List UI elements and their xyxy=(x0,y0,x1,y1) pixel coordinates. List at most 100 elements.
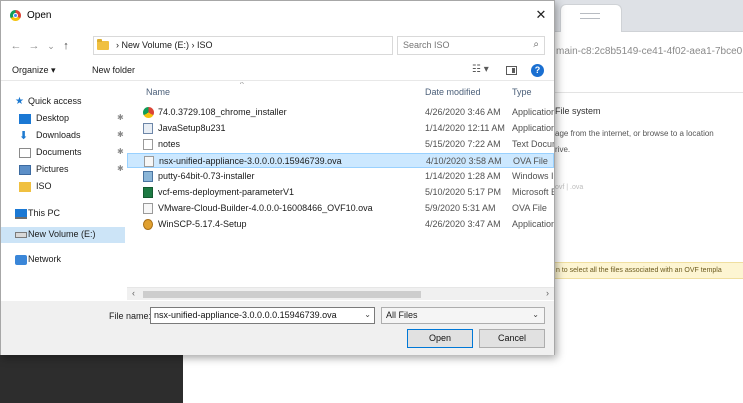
file-row[interactable]: notes 5/15/2020 7:22 AM Text Docum xyxy=(127,137,554,152)
document-icon xyxy=(19,148,31,158)
file-type: Application xyxy=(512,219,554,229)
chrome-icon xyxy=(143,107,154,118)
file-date: 4/26/2020 3:47 AM xyxy=(425,219,501,229)
address-bar[interactable]: › New Volume (E:) › ISO ⌄ ↻ xyxy=(93,36,481,55)
file-date: 5/10/2020 5:17 PM xyxy=(425,187,502,197)
background-description-line2: rive. xyxy=(555,145,571,154)
file-row-selected[interactable]: nsx-unified-appliance-3.0.0.0.0.15946739… xyxy=(127,153,554,168)
tab-menu-icon xyxy=(580,13,600,19)
file-row[interactable]: putty-64bit-0.73-installer 1/14/2020 1:2… xyxy=(127,169,554,184)
sidebar-item-label: New Volume (E:) xyxy=(28,229,96,239)
sidebar-item-pictures[interactable]: Pictures ✱ xyxy=(1,162,125,178)
breadcrumb[interactable]: › New Volume (E:) › ISO xyxy=(116,40,213,50)
organize-menu-button[interactable]: Organize ▾ xyxy=(12,65,56,76)
excel-icon xyxy=(143,187,153,198)
file-name: WinSCP-5.17.4-Setup xyxy=(158,219,247,229)
file-date: 5/15/2020 7:22 AM xyxy=(425,139,501,149)
file-row[interactable]: WinSCP-5.17.4-Setup 4/26/2020 3:47 AM Ap… xyxy=(127,217,554,232)
search-icon: ⌕ xyxy=(533,39,539,50)
pin-icon: ✱ xyxy=(117,130,124,139)
horizontal-scrollbar[interactable]: ‹ › xyxy=(127,287,554,300)
file-row[interactable]: 74.0.3729.108_chrome_installer 4/26/2020… xyxy=(127,105,554,120)
sidebar-item-documents[interactable]: Documents ✱ xyxy=(1,145,125,161)
file-type-value: All Files xyxy=(386,310,418,320)
sidebar-item-label: Documents xyxy=(36,147,82,157)
up-arrow-icon[interactable]: ↑ xyxy=(59,39,73,53)
file-date: 4/10/2020 3:58 AM xyxy=(426,156,502,166)
file-type-select[interactable]: All Files ⌄ xyxy=(381,307,545,324)
change-view-icon[interactable]: ☷ ▾ xyxy=(472,64,489,75)
pin-icon: ✱ xyxy=(117,147,124,156)
background-warning-text: n to select all the files associated wit… xyxy=(556,267,722,274)
scroll-right-icon[interactable]: › xyxy=(546,288,549,298)
file-name: VMware-Cloud-Builder-4.0.0.0-16008466_OV… xyxy=(158,203,373,213)
background-ovf-hint: ovf | .ova xyxy=(555,184,584,191)
file-name-field[interactable] xyxy=(154,310,359,320)
desktop-icon xyxy=(19,114,31,124)
computer-icon xyxy=(15,209,27,219)
file-name-combobox[interactable]: ⌄ xyxy=(150,307,375,324)
file-date: 1/14/2020 1:28 AM xyxy=(425,171,501,181)
close-button[interactable]: ✕ xyxy=(533,7,549,23)
star-icon: ★ xyxy=(15,96,24,107)
pictures-icon xyxy=(19,165,31,175)
sidebar-item-this-pc[interactable]: This PC xyxy=(1,206,125,222)
file-date: 1/14/2020 12:11 AM xyxy=(425,123,505,133)
file-type: Microsoft E xyxy=(512,187,554,197)
file-type: Application xyxy=(512,123,554,133)
background-dark-area xyxy=(0,355,183,403)
sidebar-item-new-volume[interactable]: New Volume (E:) xyxy=(1,227,125,243)
sidebar-item-downloads[interactable]: ⬇ Downloads ✱ xyxy=(1,128,125,144)
file-row[interactable]: JavaSetup8u231 1/14/2020 12:11 AM Applic… xyxy=(127,121,554,136)
sidebar-item-iso[interactable]: ISO xyxy=(1,179,125,195)
open-button[interactable]: Open xyxy=(407,329,473,348)
sidebar-item-network[interactable]: Network xyxy=(1,252,125,268)
column-header-date[interactable]: Date modified xyxy=(425,87,481,97)
forward-arrow-icon[interactable]: → xyxy=(27,39,41,53)
file-name: putty-64bit-0.73-installer xyxy=(158,171,255,181)
column-header-row: ^ Name Date modified Type xyxy=(127,82,554,100)
new-folder-button[interactable]: New folder xyxy=(92,65,135,75)
file-list[interactable]: ^ Name Date modified Type 74.0.3729.108_… xyxy=(127,82,554,286)
sidebar-item-label: Downloads xyxy=(36,130,81,140)
column-header-name[interactable]: Name xyxy=(146,87,170,97)
file-row[interactable]: vcf-ems-deployment-parameterV1 5/10/2020… xyxy=(127,185,554,200)
dialog-title-bar[interactable]: Open ✕ xyxy=(1,1,554,31)
file-type: Text Docum xyxy=(512,139,554,149)
dialog-toolbar: Organize ▾ New folder ☷ ▾ ? xyxy=(1,61,554,81)
chevron-down-icon[interactable]: ⌄ xyxy=(532,310,539,319)
ova-file-icon xyxy=(144,156,154,167)
preview-pane-icon[interactable] xyxy=(506,66,517,75)
java-icon xyxy=(143,123,153,134)
help-icon[interactable]: ? xyxy=(531,64,544,77)
ova-file-icon xyxy=(143,203,153,214)
file-type: OVA File xyxy=(513,156,548,166)
file-type: Windows In xyxy=(512,171,554,181)
sidebar-item-desktop[interactable]: Desktop ✱ xyxy=(1,111,125,127)
file-name: JavaSetup8u231 xyxy=(158,123,226,133)
folder-icon xyxy=(19,182,31,192)
file-row[interactable]: VMware-Cloud-Builder-4.0.0.0-16008466_OV… xyxy=(127,201,554,216)
cancel-button[interactable]: Cancel xyxy=(479,329,545,348)
file-name-label: File name: xyxy=(109,311,152,321)
putty-icon xyxy=(143,171,153,182)
sidebar-item-quick-access[interactable]: ★ Quick access xyxy=(1,94,125,110)
file-type: OVA File xyxy=(512,203,547,213)
folder-icon xyxy=(97,39,109,50)
scroll-left-icon[interactable]: ‹ xyxy=(132,288,135,298)
sidebar-item-label: Desktop xyxy=(36,113,70,123)
winscp-icon xyxy=(143,219,153,230)
pin-icon: ✱ xyxy=(117,113,124,122)
scrollbar-thumb[interactable] xyxy=(143,291,421,298)
drive-icon xyxy=(15,232,27,238)
background-description-line1: age from the internet, or browse to a lo… xyxy=(555,129,714,138)
column-header-type[interactable]: Type xyxy=(512,87,532,97)
chevron-down-icon[interactable]: ⌄ xyxy=(364,310,371,319)
search-input[interactable] xyxy=(403,40,523,50)
search-box[interactable]: ⌕ xyxy=(397,36,545,55)
file-name: notes xyxy=(158,139,181,149)
back-arrow-icon[interactable]: ← xyxy=(9,39,23,53)
sort-ascending-icon: ^ xyxy=(240,82,244,89)
sidebar-item-label: Pictures xyxy=(36,164,69,174)
recent-locations-chevron-icon[interactable]: ⌄ xyxy=(44,39,58,53)
